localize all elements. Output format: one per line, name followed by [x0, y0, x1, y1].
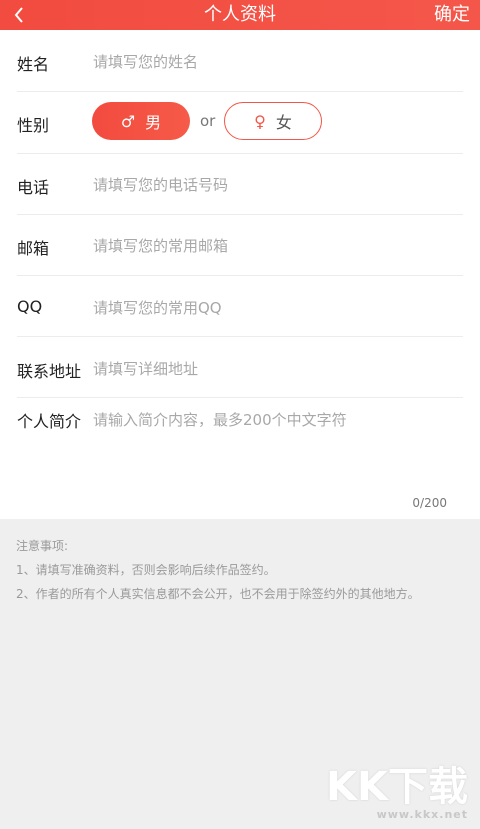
phone-row: 电话 请填写您的电话号码: [0, 154, 480, 214]
phone-field[interactable]: 请填写您的电话号码: [93, 174, 228, 195]
gender-row: 性别 ♂ 男 or ♀ 女: [0, 92, 480, 153]
qq-label: QQ: [17, 297, 43, 316]
note-item: 2、作者的所有个人真实信息都不会公开，也不会用于除签约外的其他地方。: [16, 587, 420, 601]
female-symbol-icon: ♀: [254, 111, 266, 131]
character-counter: 0/200: [412, 496, 447, 510]
page-title: 个人资料: [204, 4, 276, 25]
email-field[interactable]: 请填写您的常用邮箱: [93, 235, 228, 256]
name-label: 姓名: [17, 55, 50, 74]
address-label: 联系地址: [17, 362, 82, 381]
confirm-button[interactable]: 确定: [434, 0, 470, 30]
phone-label: 电话: [17, 178, 50, 197]
watermark-logo-text: KK下载: [326, 764, 468, 810]
app-header: 个人资料 确定: [0, 0, 480, 30]
male-symbol-icon: ♂: [120, 111, 136, 131]
notes-title: 注意事项:: [16, 539, 69, 553]
email-row: 邮箱 请填写您的常用邮箱: [0, 215, 480, 275]
gender-label: 性别: [17, 116, 50, 135]
watermark-logo: KK下载 www.kkx.net: [326, 766, 468, 821]
address-row: 联系地址 请填写详细地址: [0, 337, 480, 397]
profile-form: 姓名 请填写您的姓名 性别 ♂ 男 or ♀ 女 电话 请填写您的电话号码 邮箱…: [0, 30, 480, 519]
or-separator: or: [200, 112, 216, 130]
female-label: 女: [275, 113, 292, 132]
note-item: 1、请填写准确资料，否则会影响后续作品签约。: [16, 563, 276, 577]
name-row: 姓名 请填写您的姓名: [0, 30, 480, 91]
notes-section: 注意事项: 1、请填写准确资料，否则会影响后续作品签约。 2、作者的所有个人真实…: [16, 534, 420, 606]
female-option-button[interactable]: ♀ 女: [224, 102, 322, 140]
male-label: 男: [145, 113, 162, 132]
bio-row: 个人简介 请输入简介内容，最多200个中文字符: [0, 398, 480, 519]
bio-textarea[interactable]: 请输入简介内容，最多200个中文字符: [93, 409, 347, 430]
email-label: 邮箱: [17, 239, 50, 258]
qq-field[interactable]: 请填写您的常用QQ: [93, 297, 222, 318]
male-option-button[interactable]: ♂ 男: [92, 102, 190, 140]
address-field[interactable]: 请填写详细地址: [93, 358, 198, 379]
name-field[interactable]: 请填写您的姓名: [93, 51, 198, 72]
qq-row: QQ 请填写您的常用QQ: [0, 276, 480, 336]
bio-label: 个人简介: [17, 412, 82, 431]
